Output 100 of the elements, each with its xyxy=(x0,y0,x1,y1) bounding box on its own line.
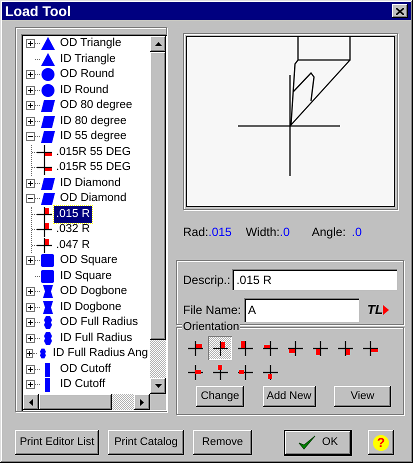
plus-icon xyxy=(28,382,33,388)
insert-icon xyxy=(362,340,378,356)
insert-icon xyxy=(238,340,252,356)
close-button[interactable] xyxy=(392,4,408,18)
right-arrow-icon xyxy=(140,398,144,406)
tree-item[interactable]: OD Square xyxy=(58,252,120,270)
tree-item[interactable]: ID Full Radius xyxy=(58,330,134,347)
square-icon xyxy=(40,253,56,268)
tree-item[interactable]: ID Full Radius Ang xyxy=(50,345,150,362)
circle-icon xyxy=(40,82,56,98)
insert-icon xyxy=(37,144,52,160)
plus-icon xyxy=(28,103,33,108)
tree-item[interactable]: ID 55 degree xyxy=(58,128,128,146)
expand-button[interactable] xyxy=(26,101,35,110)
expand-button[interactable] xyxy=(26,86,35,95)
tree-item[interactable]: OD 80 degree xyxy=(58,97,134,114)
tree-item[interactable]: .015R 55 DEG xyxy=(54,144,133,161)
expand-button[interactable] xyxy=(26,302,35,312)
insert-icon xyxy=(312,340,328,356)
down-arrow-icon xyxy=(154,384,162,388)
insert-icon xyxy=(288,340,302,356)
view-button[interactable]: View xyxy=(334,386,391,407)
parallelogram-icon xyxy=(40,191,56,206)
tree-item[interactable]: OD Triangle xyxy=(58,36,124,52)
angle-value: .0 xyxy=(352,224,362,241)
insert-icon xyxy=(338,340,352,356)
tree-item[interactable]: ID 80 degree xyxy=(58,112,128,130)
help-button[interactable]: ? xyxy=(368,430,394,455)
expand-button[interactable] xyxy=(26,364,35,374)
change-button[interactable]: Change xyxy=(196,386,244,407)
tree-item[interactable]: ID Round xyxy=(58,82,111,99)
tree-item[interactable]: ID Triangle xyxy=(58,50,118,68)
insert-icon xyxy=(262,340,278,356)
insert-icon xyxy=(212,364,228,380)
left-arrow-icon xyxy=(29,398,33,406)
tree-item[interactable]: OD Full Radius xyxy=(58,314,140,332)
close-icon xyxy=(396,8,404,14)
plus-icon xyxy=(28,258,33,264)
collapse-button[interactable] xyxy=(26,132,35,142)
expand-button[interactable] xyxy=(26,39,35,48)
descrip-field[interactable]: .015 R xyxy=(232,269,397,290)
tree-item[interactable]: OD Round xyxy=(58,66,116,84)
tree-item[interactable]: OD Cutoff xyxy=(58,360,113,378)
insert-icon xyxy=(188,340,202,356)
tl-indicator: TL xyxy=(367,300,389,320)
plus-icon xyxy=(28,336,33,341)
vertical-scrollbar[interactable] xyxy=(150,36,166,394)
file-name-label: File Name: xyxy=(183,302,242,319)
ok-button[interactable]: OK xyxy=(285,430,351,454)
tree-item[interactable]: ID Square xyxy=(58,268,114,285)
plus-icon xyxy=(28,88,33,93)
print-catalog-button[interactable]: Print Catalog xyxy=(108,430,184,455)
insert-icon xyxy=(238,364,252,380)
parallelogram-icon xyxy=(40,114,56,129)
expand-button[interactable] xyxy=(26,70,35,80)
insert-icon xyxy=(212,340,228,356)
expand-button[interactable] xyxy=(26,116,35,126)
tree-item[interactable]: ID Cutoff xyxy=(58,376,108,394)
plus-icon xyxy=(28,289,33,294)
plus-icon xyxy=(28,118,33,124)
collapse-button[interactable] xyxy=(26,194,35,204)
expand-button[interactable] xyxy=(26,287,35,296)
add-new-button[interactable]: Add New xyxy=(262,386,316,407)
minus-icon xyxy=(28,134,33,140)
insert-icon xyxy=(188,364,202,380)
width-value: .0 xyxy=(280,224,290,241)
plus-icon xyxy=(27,351,32,356)
width-label: Width: xyxy=(246,224,280,241)
insert-icon xyxy=(262,364,278,380)
expand-button[interactable] xyxy=(26,178,35,188)
dogbone-icon xyxy=(40,300,56,315)
tree-item[interactable]: .047 R xyxy=(54,236,92,254)
tree-item[interactable]: .015R 55 DEG xyxy=(54,159,133,176)
triangle-icon xyxy=(40,36,56,52)
expand-button[interactable] xyxy=(26,318,35,328)
square-icon xyxy=(40,268,56,284)
tree-item[interactable]: OD Dogbone xyxy=(58,283,130,300)
insert-icon xyxy=(37,206,52,222)
plus-icon xyxy=(28,180,33,186)
dogbone-icon xyxy=(40,284,56,300)
tree-item[interactable]: OD Diamond xyxy=(58,190,128,208)
orientation-button[interactable] xyxy=(208,336,232,360)
tree-item[interactable]: ID Dogbone xyxy=(58,298,124,316)
tree-item[interactable]: .032 R xyxy=(54,221,92,238)
print-editor-list-button[interactable]: Print Editor List xyxy=(15,430,99,455)
file-name-field[interactable]: A xyxy=(244,298,360,322)
expand-button[interactable] xyxy=(26,380,35,390)
plus-icon xyxy=(28,366,33,372)
expand-button[interactable] xyxy=(26,349,34,358)
radius-value: .015 xyxy=(208,224,232,241)
horizontal-scrollbar[interactable] xyxy=(23,394,150,410)
remove-button[interactable]: Remove xyxy=(193,430,252,455)
circle-icon xyxy=(40,67,56,82)
up-arrow-icon xyxy=(154,42,162,46)
checkmark-icon xyxy=(298,435,316,450)
expand-button[interactable] xyxy=(26,256,35,266)
expand-button[interactable] xyxy=(26,334,35,343)
tree-item[interactable]: .015 R xyxy=(54,206,92,223)
tree-item[interactable]: ID Diamond xyxy=(58,174,123,192)
parallelogram-icon xyxy=(40,98,56,114)
